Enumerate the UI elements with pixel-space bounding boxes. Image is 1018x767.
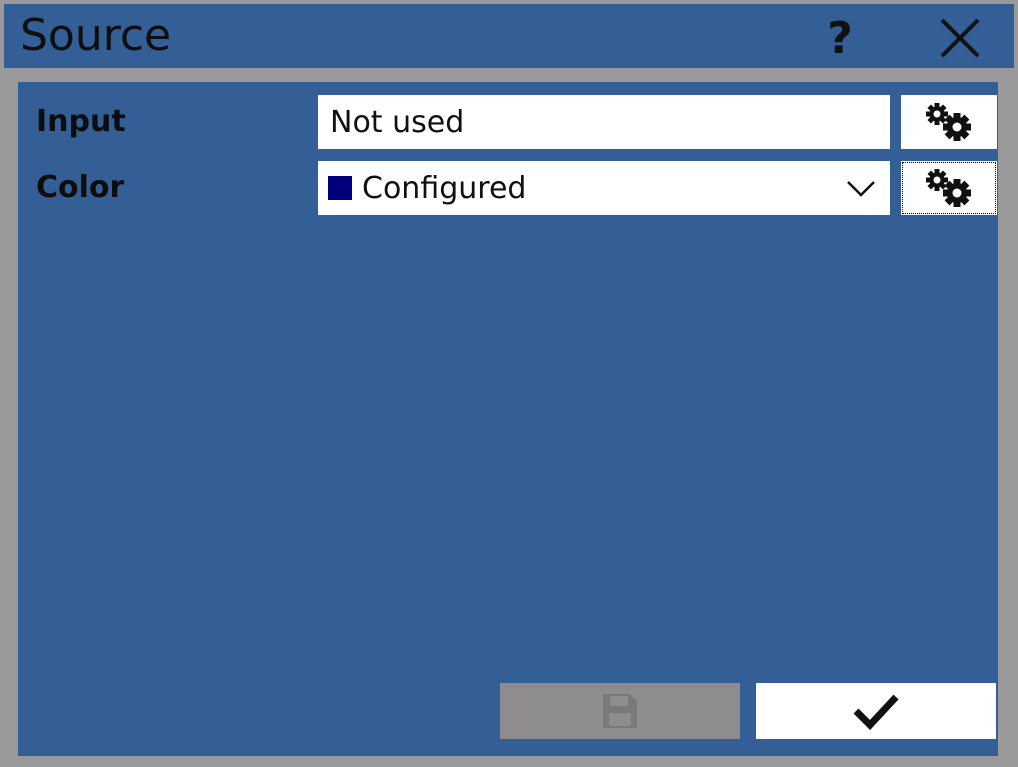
dialog-window: Source ? Input Not used Color Configured bbox=[0, 0, 1018, 767]
dialog-title: Source bbox=[20, 10, 172, 61]
checkmark-icon bbox=[853, 694, 899, 731]
question-icon: ? bbox=[827, 12, 853, 64]
color-dropdown[interactable]: Configured bbox=[318, 161, 890, 215]
dialog-content: Input Not used Color Configured bbox=[18, 82, 998, 756]
input-label: Input bbox=[36, 104, 126, 139]
save-button[interactable] bbox=[500, 683, 740, 739]
gears-icon bbox=[926, 103, 971, 141]
color-value: Configured bbox=[362, 170, 527, 206]
color-label: Color bbox=[36, 170, 125, 205]
input-field[interactable]: Not used bbox=[318, 95, 890, 149]
color-settings-button[interactable] bbox=[901, 161, 997, 215]
ok-button[interactable] bbox=[756, 683, 996, 739]
title-bar: Source ? bbox=[4, 4, 1014, 68]
help-button[interactable]: ? bbox=[812, 10, 868, 66]
floppy-disk-icon bbox=[603, 694, 637, 728]
close-button[interactable] bbox=[932, 10, 988, 66]
chevron-down-icon bbox=[847, 181, 875, 197]
input-value: Not used bbox=[330, 104, 465, 140]
input-settings-button[interactable] bbox=[901, 95, 997, 149]
color-swatch bbox=[328, 176, 352, 200]
gears-icon bbox=[926, 169, 971, 207]
close-icon bbox=[940, 18, 980, 58]
